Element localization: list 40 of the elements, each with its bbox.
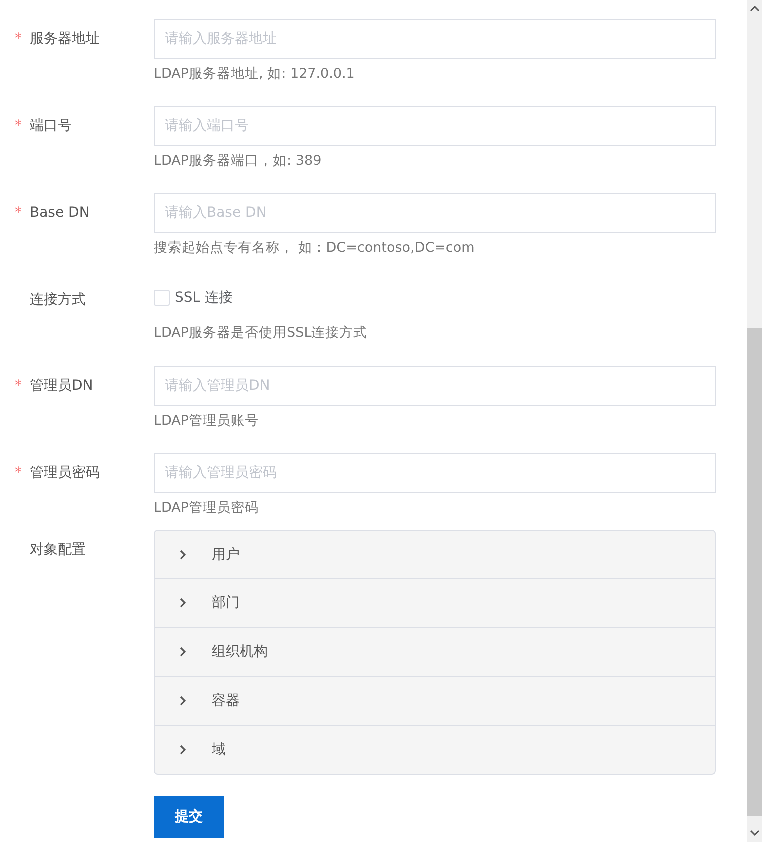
help-text: LDAP管理员密码 <box>154 499 260 518</box>
input-field[interactable]: 请输入端口号 <box>154 106 716 146</box>
help-text: LDAP服务器是否使用SSL连接方式 <box>154 324 369 343</box>
input-field[interactable]: 请输入管理员DN <box>154 366 716 406</box>
scroll-up-icon[interactable] <box>750 6 760 12</box>
field-label: 服务器地址 <box>30 30 100 49</box>
scrollbar[interactable] <box>747 0 762 842</box>
scroll-down-icon[interactable] <box>750 830 760 836</box>
help-text: LDAP服务器端口，如: 389 <box>154 152 323 171</box>
required-mark: * <box>15 464 23 483</box>
field-label: Base DN <box>30 204 90 223</box>
help-text: 搜索起始点专有名称， 如：DC=contoso,DC=com <box>154 239 476 258</box>
checkbox[interactable] <box>154 290 170 306</box>
input-field[interactable]: 请输入管理员密码 <box>154 453 716 493</box>
help-text: LDAP服务器地址, 如: 127.0.0.1 <box>154 65 356 84</box>
chevron-icon <box>179 646 187 658</box>
chevron-icon <box>179 597 187 609</box>
field-label: 对象配置 <box>30 541 86 560</box>
required-mark: * <box>15 204 23 223</box>
submit-button[interactable]: 提交 <box>154 796 224 838</box>
field-label: 管理员DN <box>30 377 94 396</box>
chevron-icon <box>179 744 187 756</box>
checkbox-label[interactable]: SSL 连接 <box>175 289 234 307</box>
field-label: 管理员密码 <box>30 464 100 483</box>
scrollbar-thumb[interactable] <box>747 328 762 816</box>
chevron-icon <box>179 695 187 707</box>
required-mark: * <box>15 377 23 396</box>
collapse-item[interactable]: 用户 <box>155 531 715 578</box>
field-label: 端口号 <box>30 117 72 136</box>
input-field[interactable]: 请输入服务器地址 <box>154 19 716 59</box>
collapse-item[interactable]: 容器 <box>155 676 715 725</box>
help-text: LDAP管理员账号 <box>154 412 260 431</box>
input-field[interactable]: 请输入Base DN <box>154 193 716 233</box>
collapse-item[interactable]: 组织机构 <box>155 627 715 676</box>
field-label: 连接方式 <box>30 291 86 310</box>
required-mark: * <box>15 117 23 136</box>
collapse-item[interactable]: 域 <box>155 725 715 774</box>
collapse-item[interactable]: 部门 <box>155 578 715 627</box>
chevron-icon <box>179 548 187 560</box>
required-mark: * <box>15 30 23 49</box>
